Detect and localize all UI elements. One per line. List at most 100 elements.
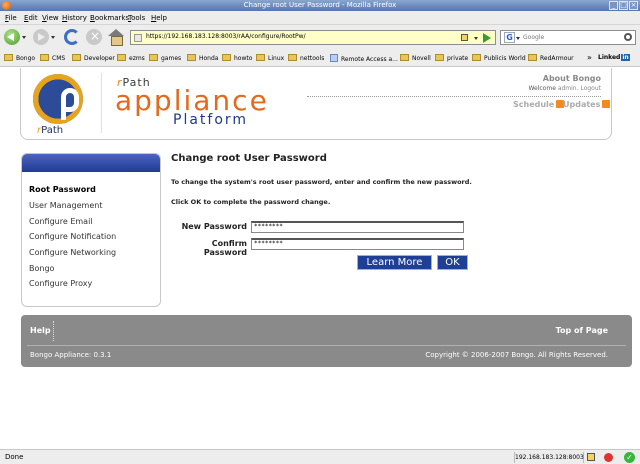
- welcome-user: admin.: [557, 85, 579, 92]
- url-dropdown-icon[interactable]: [474, 37, 478, 40]
- go-arrow-icon[interactable]: [483, 33, 491, 43]
- google-engine-icon[interactable]: G: [504, 32, 515, 43]
- status-lock-icon[interactable]: [587, 453, 595, 461]
- back-arrow-icon[interactable]: [4, 29, 20, 45]
- window-title: Change root User Password - Mozilla Fire…: [243, 1, 397, 9]
- header-dotted-divider: [307, 96, 601, 97]
- new-password-label: New Password: [181, 222, 247, 231]
- bookmark-item[interactable]: nettools: [288, 54, 324, 62]
- sidebar-item-configure-notification[interactable]: Configure Notification: [29, 232, 116, 241]
- menu-help[interactable]: Help: [151, 14, 167, 22]
- about-link[interactable]: About Bongo: [543, 74, 601, 83]
- linkedin-icon: in: [621, 54, 630, 61]
- footer-divider: [53, 321, 54, 341]
- sidebar-item-user-management[interactable]: User Management: [29, 201, 102, 210]
- menu-history[interactable]: History: [62, 14, 87, 22]
- status-host: 192.168.183.128:8003: [514, 452, 584, 463]
- ssl-lock-icon[interactable]: [461, 34, 468, 41]
- bookmark-item[interactable]: Bongo: [4, 54, 35, 62]
- window-titlebar: Change root User Password - Mozilla Fire…: [0, 0, 640, 11]
- folder-icon: [472, 54, 481, 61]
- bookmark-linkedin[interactable]: Linked in: [598, 54, 630, 61]
- bookmark-item[interactable]: howto: [222, 54, 252, 62]
- folder-icon: [40, 54, 49, 61]
- folder-icon: [288, 54, 297, 61]
- confirm-password-field[interactable]: ********: [251, 238, 464, 250]
- sidebar-item-configure-networking[interactable]: Configure Networking: [29, 248, 116, 257]
- menu-edit[interactable]: Edit: [24, 14, 38, 22]
- page-content: rPath rPath appliance Platform About Bon…: [0, 67, 640, 449]
- folder-icon: [256, 54, 265, 61]
- menu-bookmarks[interactable]: Bookmarks: [90, 14, 129, 22]
- header-divider: [101, 73, 102, 133]
- search-icon[interactable]: [624, 33, 632, 41]
- search-box[interactable]: G: [500, 30, 636, 45]
- sidebar-item-configure-email[interactable]: Configure Email: [29, 217, 93, 226]
- learn-more-button[interactable]: Learn More: [357, 255, 432, 270]
- close-button[interactable]: ×: [629, 1, 638, 10]
- reload-icon[interactable]: [64, 29, 80, 45]
- bookmark-item[interactable]: private: [435, 54, 468, 62]
- status-blocked-icon[interactable]: [604, 453, 613, 462]
- bookmark-item[interactable]: RedArmour: [528, 54, 574, 62]
- rpath-favicon-icon: [330, 54, 338, 62]
- site-header: rPath rPath appliance Platform About Bon…: [20, 68, 612, 140]
- back-dropdown-icon[interactable]: [22, 36, 26, 39]
- copyright-text: Copyright © 2006-2007 Bongo. All Rights …: [425, 351, 608, 359]
- folder-icon: [222, 54, 231, 61]
- bookmark-item[interactable]: Honda: [187, 54, 218, 62]
- logout-link[interactable]: Logout: [580, 85, 601, 92]
- top-of-page-link[interactable]: Top of Page: [556, 326, 608, 335]
- new-password-field[interactable]: ********: [251, 221, 464, 233]
- schedule-link[interactable]: Schedule: [513, 100, 565, 109]
- bookmark-item[interactable]: ezms: [117, 54, 145, 62]
- url-text[interactable]: https://192.168.183.128:8003/rAA/configu…: [146, 33, 306, 40]
- menu-view[interactable]: View: [42, 14, 59, 22]
- bookmarks-overflow-chevron-icon[interactable]: »: [587, 53, 592, 62]
- folder-icon: [149, 54, 158, 61]
- forward-arrow-icon[interactable]: [33, 29, 49, 45]
- updates-link[interactable]: Updates: [563, 100, 611, 109]
- folder-icon: [117, 54, 126, 61]
- sidebar-item-bongo[interactable]: Bongo: [29, 264, 54, 273]
- bookmark-item[interactable]: CMS: [40, 54, 65, 62]
- stop-icon[interactable]: [86, 29, 102, 45]
- home-icon[interactable]: [108, 29, 124, 46]
- bookmarks-toolbar: Bongo CMS Developer ezms games Honda how…: [0, 49, 640, 67]
- bookmark-item[interactable]: Linux: [256, 54, 284, 62]
- welcome-line: Welcome admin. Logout: [528, 85, 601, 92]
- folder-icon: [400, 54, 409, 61]
- menu-tools[interactable]: Tools: [128, 14, 145, 22]
- bookmark-item[interactable]: Publicis World: [472, 54, 526, 62]
- menu-bar: File Edit View History Bookmarks Tools H…: [0, 11, 640, 25]
- search-engine-dropdown-icon[interactable]: [516, 37, 520, 40]
- page-footer: Help Top of Page Bongo Appliance: 0.3.1 …: [21, 315, 632, 367]
- url-bar[interactable]: https://192.168.183.128:8003/rAA/configu…: [130, 30, 496, 45]
- forward-dropdown-icon[interactable]: [51, 36, 55, 39]
- logo-wordmark: rPath: [37, 125, 64, 136]
- status-bar: Done 192.168.183.128:8003 ✓: [0, 449, 640, 464]
- sidebar-header-bar: [22, 154, 160, 172]
- status-ok-icon[interactable]: ✓: [624, 452, 635, 463]
- brand-platform: Platform: [173, 112, 249, 128]
- bookmark-item[interactable]: Remote Access a...: [330, 54, 398, 63]
- maximize-button[interactable]: □: [619, 1, 628, 10]
- rpath-logo-icon: [33, 74, 83, 124]
- logo-p-stem: [61, 98, 66, 120]
- ok-button[interactable]: OK: [437, 255, 468, 270]
- search-input[interactable]: [523, 32, 623, 43]
- bookmark-item[interactable]: Developer: [72, 54, 115, 62]
- confirm-password-label: Confirm Password: [203, 239, 247, 257]
- menu-file[interactable]: File: [5, 14, 17, 22]
- sidebar-item-root-password[interactable]: Root Password: [29, 185, 96, 194]
- bookmark-item[interactable]: Novell: [400, 54, 431, 62]
- rss-icon: [602, 100, 611, 108]
- status-text: Done: [5, 453, 24, 461]
- folder-icon: [528, 54, 537, 61]
- sidebar-item-configure-proxy[interactable]: Configure Proxy: [29, 279, 92, 288]
- bookmark-item[interactable]: games: [149, 54, 181, 62]
- help-link[interactable]: Help: [30, 326, 51, 335]
- minimize-button[interactable]: _: [609, 1, 618, 10]
- instruction-text: To change the system's root user passwor…: [171, 178, 472, 186]
- footer-rule: [27, 345, 626, 346]
